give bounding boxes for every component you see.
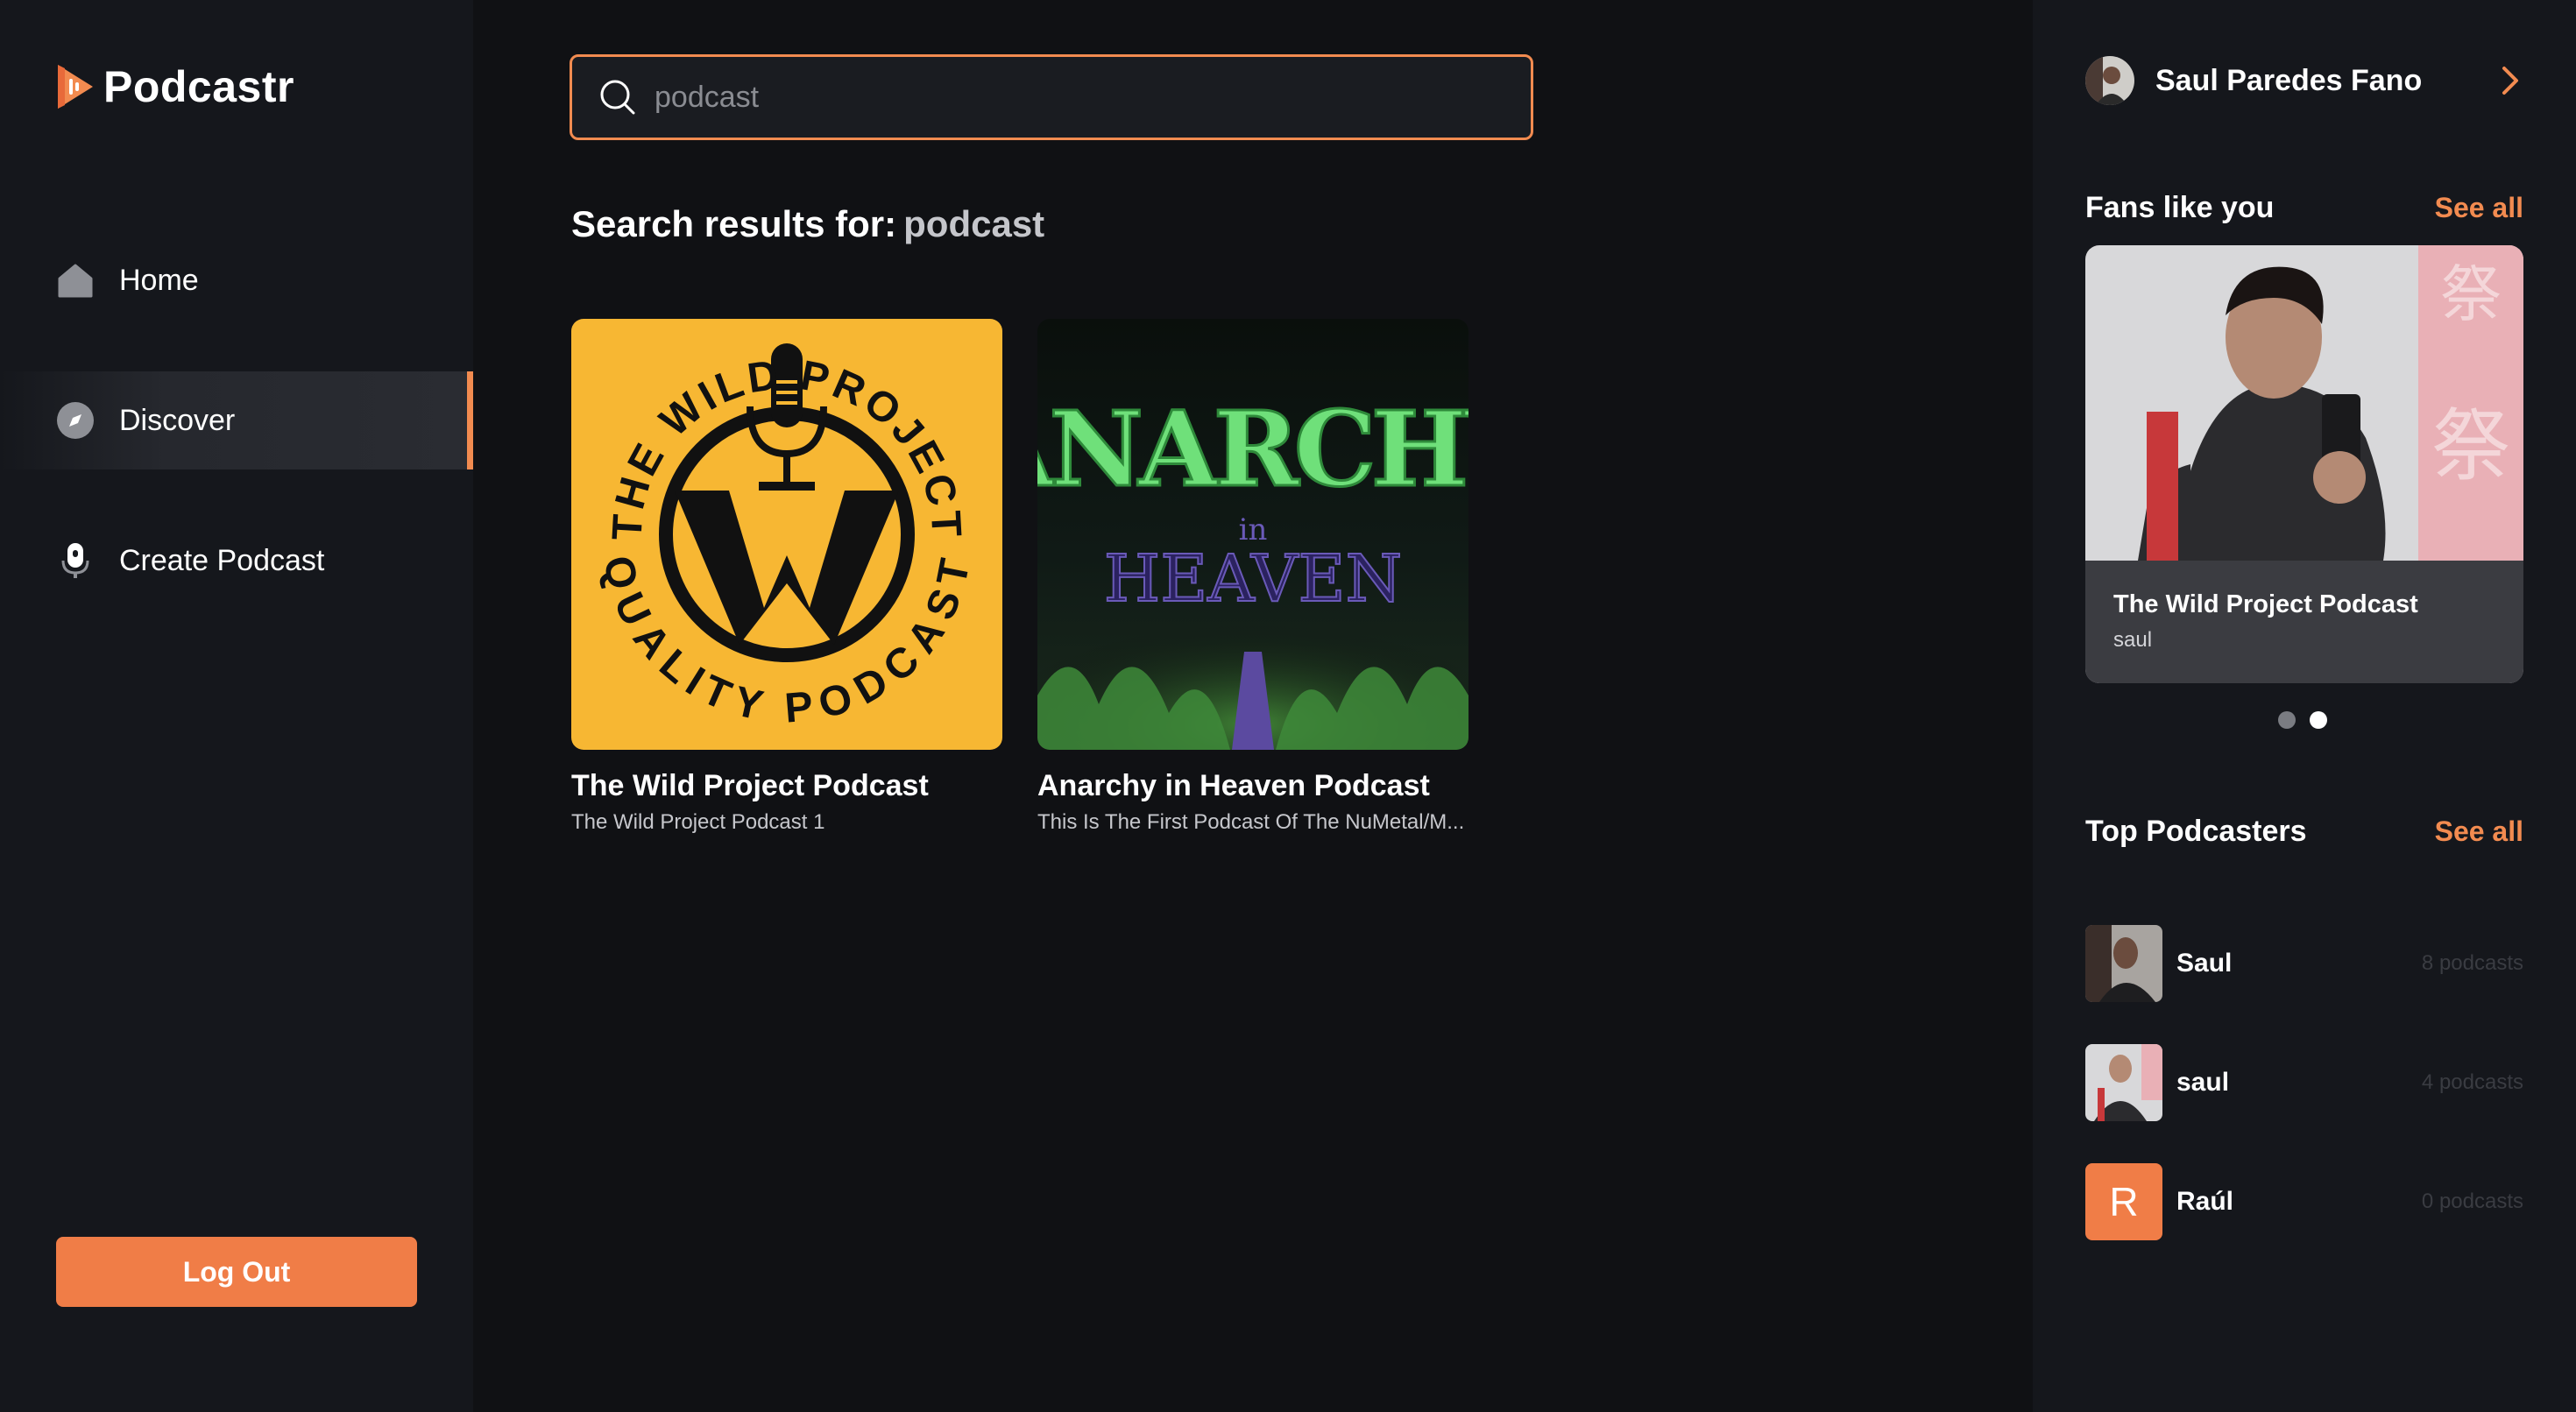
podcast-cover-wild-project: THE WILD PROJECT QUALITY PODCAST <box>571 319 1002 750</box>
search-icon <box>600 80 635 115</box>
app-root: Podcastr Home Discover Create Podcast Lo… <box>0 0 2576 1412</box>
podcast-cover-anarchy-in-heaven: ANARCHY in HEAVEN <box>1037 319 1468 750</box>
logout-button[interactable]: Log Out <box>56 1237 417 1307</box>
main-content: Search results for:podcast <box>473 0 2033 1412</box>
svg-text:祭: 祭 <box>2440 258 2502 330</box>
avatar-letter: R <box>2085 1163 2162 1240</box>
avatar <box>2085 925 2162 1002</box>
top-podcasters-header: Top Podcasters See all <box>2085 815 2523 849</box>
discover-compass-icon <box>56 401 95 440</box>
app-name: Podcastr <box>103 62 294 111</box>
list-item[interactable]: R Raúl 0 podcasts <box>2085 1163 2523 1240</box>
fan-card-caption: The Wild Project Podcast saul <box>2085 561 2523 683</box>
fans-section-header: Fans like you See all <box>2085 191 2523 225</box>
podcast-card-wild-project[interactable]: THE WILD PROJECT QUALITY PODCAST The Wil… <box>571 319 1002 835</box>
right-sidebar: Saul Paredes Fano Fans like you See all … <box>2033 0 2576 1412</box>
sidebar-item-label: Discover <box>119 403 236 437</box>
podcast-title: The Wild Project Podcast <box>571 769 929 802</box>
podcast-count: 8 podcasts <box>2421 951 2523 975</box>
sidebar-item-home[interactable]: Home <box>0 231 473 329</box>
cover-text-top: ANARCHY <box>1037 388 1468 510</box>
podcast-title: Anarchy in Heaven Podcast <box>1037 769 1430 802</box>
user-profile-link[interactable]: Saul Paredes Fano <box>2085 54 2523 107</box>
fans-see-all-link[interactable]: See all <box>2435 192 2523 224</box>
chevron-right-icon <box>2502 67 2518 95</box>
wild-project-cover-art: THE WILD PROJECT QUALITY PODCAST <box>571 319 1002 750</box>
sidebar-item-create-podcast[interactable]: Create Podcast <box>0 512 473 610</box>
user-name: Saul Paredes Fano <box>2155 63 2423 97</box>
anarchy-cover-art: ANARCHY in HEAVEN <box>1037 319 1468 750</box>
podcast-description: This Is The First Podcast Of The NuMetal… <box>1037 810 1465 834</box>
avatar <box>2085 56 2134 105</box>
carousel-dot-2[interactable] <box>2310 711 2327 729</box>
microphone-icon <box>56 541 95 580</box>
cover-text-bottom: HEAVEN <box>1104 541 1403 617</box>
podcaster-name: Raúl <box>2176 1187 2234 1216</box>
podcast-count: 4 podcasts <box>2421 1070 2523 1094</box>
podcast-card-anarchy-in-heaven[interactable]: ANARCHY in HEAVEN Anarchy in Heaven Podc… <box>1037 319 1468 835</box>
carousel-dots <box>2278 711 2327 729</box>
search-input[interactable] <box>655 80 1513 115</box>
sidebar-item-label: Create Podcast <box>119 543 325 577</box>
avatar <box>2085 1044 2162 1121</box>
fans-section-title: Fans like you <box>2085 191 2275 224</box>
svg-text:祭: 祭 <box>2431 400 2510 492</box>
sidebar-item-label: Home <box>119 263 199 297</box>
home-icon <box>56 261 95 300</box>
podcaster-name: saul <box>2176 1068 2230 1097</box>
carousel-dot-1[interactable] <box>2278 711 2296 729</box>
top-podcasters-title: Top Podcasters <box>2085 815 2307 848</box>
fan-card-title: The Wild Project Podcast <box>2113 590 2418 618</box>
list-item[interactable]: Saul 8 podcasts <box>2085 925 2523 1002</box>
results-query: podcast <box>903 203 1045 244</box>
search-bar[interactable] <box>570 54 1533 140</box>
podcast-description: The Wild Project Podcast 1 <box>571 810 825 834</box>
fan-card-author: saul <box>2113 628 2153 652</box>
results-heading-prefix: Search results for: <box>571 203 897 244</box>
left-sidebar: Podcastr Home Discover Create Podcast Lo… <box>0 0 473 1412</box>
search-results-heading: Search results for: podcast <box>571 203 1044 245</box>
logo[interactable]: Podcastr <box>54 61 294 112</box>
logo-icon <box>58 65 93 109</box>
podcast-count: 0 podcasts <box>2421 1190 2523 1213</box>
sidebar-item-discover[interactable]: Discover <box>0 371 473 469</box>
top-podcasters-see-all-link[interactable]: See all <box>2435 815 2523 848</box>
list-item[interactable]: saul 4 podcasts <box>2085 1044 2523 1121</box>
podcaster-name: Saul <box>2176 949 2233 978</box>
fans-carousel-card[interactable]: 祭 祭 The Wild Project Podcast saul <box>2085 245 2523 683</box>
